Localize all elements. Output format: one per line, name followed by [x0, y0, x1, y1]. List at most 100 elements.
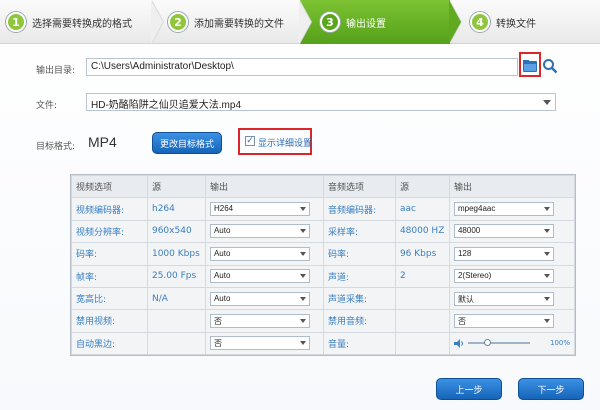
search-icon[interactable]: [542, 58, 558, 74]
step-number: 1: [6, 12, 26, 32]
volume-control: 100%: [453, 338, 570, 348]
prev-step-button[interactable]: 上一步: [436, 378, 502, 400]
table-header-row: 视频选项 源 输出 音频选项 源 输出: [71, 174, 576, 199]
chevron-down-icon: [543, 229, 550, 234]
volume-percent: 100%: [549, 339, 570, 348]
header-video-options: 视频选项: [71, 174, 148, 199]
audio-source-value: 48000 HZ: [394, 219, 450, 244]
chevron-down-icon: [299, 229, 306, 234]
audio-option-label: 禁用音频:: [322, 309, 396, 333]
audio-source-value: 2: [394, 264, 450, 288]
audio-source-value: [394, 309, 450, 333]
change-format-button[interactable]: 更改目标格式: [152, 132, 222, 154]
speaker-icon[interactable]: [453, 338, 464, 348]
step-label: 转换文件: [496, 18, 536, 30]
select-value: H264: [213, 204, 234, 214]
video-option-label: 帧率:: [71, 264, 148, 288]
header-video-source: 源: [146, 174, 206, 199]
step-3[interactable]: 3 输出设置: [300, 0, 462, 44]
step-label: 选择需要转换成的格式: [32, 18, 132, 30]
step-4[interactable]: 4 转换文件: [450, 0, 600, 44]
select-value: 128: [457, 248, 472, 258]
chevron-down-icon: [543, 296, 550, 301]
select-value: 48000: [457, 226, 481, 236]
video-option-label: 宽高比:: [71, 286, 148, 311]
select-value: 否: [213, 339, 222, 349]
chevron-down-icon: [299, 274, 306, 279]
step-2[interactable]: 2 添加需要转换的文件: [152, 0, 312, 44]
video-source-value: [146, 309, 206, 333]
select-value: Auto: [213, 293, 231, 303]
wizard-steps: 1 选择需要转换成的格式 2 添加需要转换的文件 3 输出设置 4 转换文件: [0, 0, 600, 44]
next-step-button[interactable]: 下一步: [518, 378, 584, 400]
audio-option-label: 声道采集:: [322, 286, 396, 311]
step-number: 4: [470, 12, 490, 32]
volume-slider-handle[interactable]: [483, 339, 491, 347]
audio-option-label: 音频编码器:: [322, 197, 396, 221]
video-source-value: N/A: [146, 286, 206, 311]
video-bitrate-select[interactable]: Auto: [209, 246, 310, 261]
header-audio-source: 源: [394, 174, 450, 199]
header-audio-options: 音频选项: [322, 174, 396, 199]
aspect-ratio-select[interactable]: Auto: [209, 291, 310, 306]
audio-option-label: 声道:: [322, 264, 396, 288]
header-audio-output: 输出: [448, 174, 576, 199]
audio-bitrate-select[interactable]: 128: [453, 246, 554, 261]
volume-slider[interactable]: [467, 339, 530, 347]
file-select[interactable]: HD-奶酪陷阱之仙贝追爱大法.mp4: [86, 93, 556, 111]
disable-audio-select[interactable]: 否: [453, 313, 554, 328]
video-encoder-select[interactable]: H264: [209, 202, 310, 217]
video-source-value: 25.00 Fps: [146, 264, 206, 288]
video-option-label: 视频分辨率:: [71, 219, 148, 244]
select-value: 2(Stereo): [457, 271, 492, 281]
table-row: 帧率: 25.00 Fps Auto 声道: 2 2(Stereo): [71, 264, 576, 288]
select-value: 否: [457, 316, 466, 326]
chevron-down-icon: [299, 207, 306, 212]
step-number: 2: [168, 12, 188, 32]
video-option-label: 禁用视频:: [71, 309, 148, 333]
video-source-value: 1000 Kbps: [146, 242, 206, 266]
disable-video-select[interactable]: 否: [209, 313, 310, 328]
table-row: 码率: 1000 Kbps Auto 码率: 96 Kbps 128: [71, 242, 576, 266]
table-row: 自动黑边: 否 音量: 100%: [71, 331, 576, 356]
audio-source-value: 96 Kbps: [394, 242, 450, 266]
target-format-value: MP4: [88, 134, 117, 150]
video-option-label: 自动黑边:: [71, 331, 148, 356]
auto-letterbox-select[interactable]: 否: [209, 336, 310, 351]
output-dir-input[interactable]: C:\Users\Administrator\Desktop\: [86, 58, 518, 76]
audio-source-value: [394, 286, 450, 311]
sample-rate-select[interactable]: 48000: [453, 224, 554, 239]
video-source-value: h264: [146, 197, 206, 221]
table-row: 视频分辨率: 960x540 Auto 采样率: 48000 HZ 48000: [71, 219, 576, 244]
select-value: 默认: [457, 294, 474, 304]
audio-encoder-select[interactable]: mpeg4aac: [453, 202, 554, 217]
step-number: 3: [320, 12, 340, 32]
frame-rate-select[interactable]: Auto: [209, 269, 310, 284]
chevron-down-icon: [543, 100, 551, 105]
chevron-down-icon: [543, 318, 550, 323]
select-value: mpeg4aac: [457, 204, 496, 214]
select-value: Auto: [213, 248, 231, 258]
folder-icon[interactable]: [522, 58, 538, 74]
video-option-label: 码率:: [71, 242, 148, 266]
audio-option-label: 音量:: [322, 331, 396, 356]
chevron-down-icon: [299, 296, 306, 301]
select-value: Auto: [213, 226, 231, 236]
output-dir-label: 输出目录:: [36, 66, 76, 76]
settings-table: 视频选项 源 输出 音频选项 源 输出 视频编码器: h264 H264 音频编…: [70, 174, 576, 356]
video-option-label: 视频编码器:: [71, 197, 148, 221]
file-label: 文件:: [36, 101, 58, 111]
step-1[interactable]: 1 选择需要转换成的格式: [0, 0, 164, 44]
show-details-checkbox[interactable]: ✓: [245, 136, 255, 146]
channels-select[interactable]: 2(Stereo): [453, 269, 554, 284]
channel-capture-select[interactable]: 默认: [453, 291, 554, 306]
step-label: 添加需要转换的文件: [194, 18, 284, 30]
video-resolution-select[interactable]: Auto: [209, 224, 310, 239]
chevron-down-icon: [299, 341, 306, 346]
chevron-down-icon: [299, 251, 306, 256]
chevron-down-icon: [299, 318, 306, 323]
audio-source-value: [394, 331, 450, 356]
table-row: 视频编码器: h264 H264 音频编码器: aac mpeg4aac: [71, 197, 576, 221]
show-details-label[interactable]: 显示详细设置: [258, 136, 312, 149]
file-select-value: HD-奶酪陷阱之仙贝追爱大法.mp4: [91, 100, 242, 111]
